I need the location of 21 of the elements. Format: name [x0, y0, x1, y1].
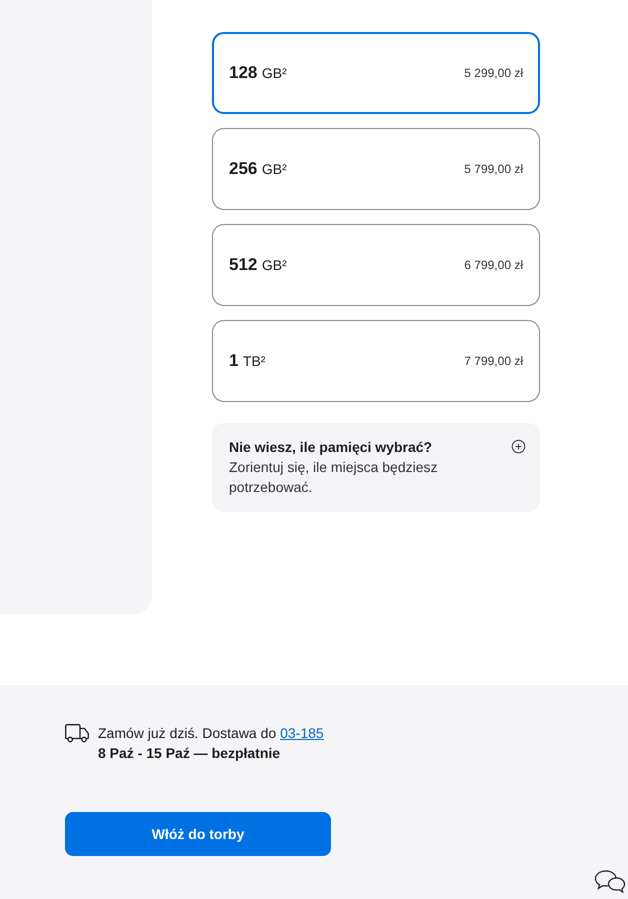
delivery-text: Zamów już dziś. Dostawa do 03-185 [98, 724, 324, 743]
option-price: 6 799,00 zł [464, 257, 523, 274]
delivery-dates: 8 Paź - 15 Paź — bezpłatnie [98, 744, 282, 763]
storage-capacity: 256 GB² [229, 158, 287, 180]
help-title: Nie wiesz, ile pamięci wybrać? [229, 438, 434, 457]
storage-option[interactable]: 1 TB² 7 799,00 zł [212, 320, 540, 402]
storage-capacity: 512 GB² [229, 254, 287, 276]
postcode-link[interactable]: 03-185 [280, 725, 324, 741]
storage-option[interactable]: 512 GB² 6 799,00 zł [212, 224, 540, 306]
option-price: 5 299,00 zł [464, 65, 523, 82]
storage-option[interactable]: 128 GB² 5 299,00 zł [212, 32, 540, 114]
storage-capacity: 128 GB² [229, 62, 287, 84]
help-text: Zorientuj się, ile miejsca będziesz potrzebować. [229, 458, 439, 497]
chat-bubbles-icon[interactable] [594, 870, 626, 893]
storage-capacity: 1 TB² [229, 350, 266, 372]
option-price: 7 799,00 zł [464, 353, 523, 370]
truck-icon [65, 724, 90, 743]
plus-circle-icon[interactable] [511, 439, 526, 454]
storage-option[interactable]: 256 GB² 5 799,00 zł [212, 128, 540, 210]
option-price: 5 799,00 zł [464, 161, 523, 178]
add-to-bag-button[interactable]: Włóż do torby [65, 812, 331, 856]
